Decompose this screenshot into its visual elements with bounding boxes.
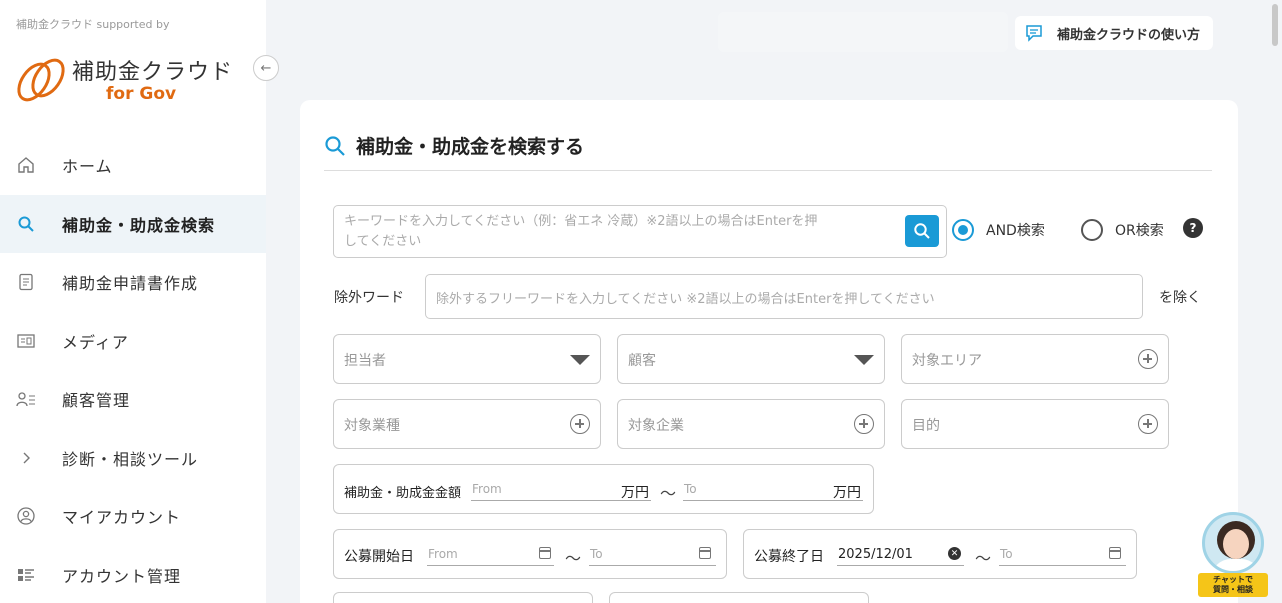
end-date-range: 公募終了日 2025/12/01 ✕ 〜 To [743, 529, 1137, 579]
sidebar-item-label: 補助金申請書作成 [62, 274, 199, 294]
header-spacer [718, 12, 1008, 52]
start-date-to-input[interactable]: To [589, 544, 716, 566]
chat-doc-icon [1025, 24, 1043, 42]
sidebar-item-label: マイアカウント [62, 508, 182, 528]
chat-widget[interactable]: チャットで 質問・相談 [1196, 510, 1272, 600]
sidebar-item-media[interactable]: メディア [0, 312, 266, 371]
purpose-field[interactable]: 目的 [901, 399, 1169, 449]
sidebar-nav: ホーム 補助金・助成金検索 補助金申請書作成 メディア 顧客管理 診断・相談ツー… [0, 136, 266, 603]
sidebar-item-label: 診断・相談ツール [62, 449, 199, 469]
or-search-radio[interactable]: OR検索 [1081, 219, 1164, 241]
customer-select[interactable]: 顧客 [617, 334, 885, 384]
account-grid-icon [16, 565, 36, 585]
sidebar: 補助金クラウド supported by 補助金クラウド for Gov ホーム… [0, 0, 266, 603]
arrow-left-icon: ← [260, 60, 272, 76]
calendar-icon[interactable] [1109, 547, 1121, 559]
sidebar-item-label: 補助金・助成金検索 [62, 215, 216, 235]
sidebar-item-label: アカウント管理 [62, 566, 182, 586]
help-guide-button[interactable]: 補助金クラウドの使い方 [1015, 16, 1213, 50]
staff-select[interactable]: 担当者 [333, 334, 601, 384]
chat-widget-label: チャットで 質問・相談 [1198, 573, 1268, 597]
media-icon [16, 331, 36, 351]
sidebar-item-my-account[interactable]: マイアカウント [0, 487, 266, 546]
support-avatar [1202, 512, 1264, 574]
sidebar-item-search[interactable]: 補助金・助成金検索 [0, 194, 266, 253]
sidebar-item-label: 顧客管理 [62, 391, 131, 411]
plus-circle-icon[interactable] [854, 414, 874, 434]
radio-unchecked-icon [1081, 219, 1103, 241]
search-card: 補助金・助成金を検索する キーワードを入力してください（例：省エネ 冷蔵）※2語… [300, 100, 1238, 603]
supported-by-text: 補助金クラウド supported by [16, 18, 170, 31]
logo[interactable]: 補助金クラウド for Gov [14, 50, 244, 106]
start-date-range: 公募開始日 From 〜 To [333, 529, 727, 579]
sidebar-item-home[interactable]: ホーム [0, 136, 266, 195]
sidebar-item-label: ホーム [62, 157, 113, 177]
amount-range: 補助金・助成金金額 From 万円 〜 To 万円 [333, 464, 874, 514]
sidebar-item-account-admin[interactable]: アカウント管理 [0, 546, 266, 603]
logo-sub: for Gov [106, 84, 177, 104]
plus-circle-icon[interactable] [1138, 414, 1158, 434]
document-icon [16, 272, 36, 292]
industry-field[interactable]: 対象業種 [333, 399, 601, 449]
keyword-search-button[interactable] [905, 215, 939, 247]
keyword-placeholder: キーワードを入力してください（例：省エネ 冷蔵）※2語以上の場合はEnterを押… [344, 214, 818, 249]
radio-checked-icon [952, 219, 974, 241]
plus-circle-icon[interactable] [1138, 349, 1158, 369]
keyword-input[interactable]: キーワードを入力してください（例：省エネ 冷蔵）※2語以上の場合はEnterを押… [333, 205, 947, 258]
amount-unit: 万円 [833, 485, 861, 501]
end-date-label: 公募終了日 [754, 549, 824, 565]
range-tilde: 〜 [660, 484, 677, 503]
search-icon [914, 223, 930, 239]
start-date-label: 公募開始日 [344, 549, 414, 565]
collapse-sidebar-button[interactable]: ← [253, 55, 279, 81]
caret-down-icon [854, 349, 874, 365]
end-date-from-input[interactable]: 2025/12/01 [837, 544, 964, 566]
next-row-field[interactable] [333, 592, 593, 603]
sidebar-item-customers[interactable]: 顧客管理 [0, 370, 266, 429]
question-icon[interactable]: ? [1183, 218, 1203, 238]
clear-icon[interactable]: ✕ [948, 547, 961, 560]
start-date-from-input[interactable]: From [427, 544, 554, 566]
caret-down-icon [570, 349, 590, 365]
company-field[interactable]: 対象企業 [617, 399, 885, 449]
exclude-suffix: を除く [1159, 290, 1201, 306]
next-row-field[interactable] [609, 592, 869, 603]
divider [324, 170, 1212, 171]
logo-mark-icon [17, 58, 65, 102]
user-circle-icon [16, 506, 36, 526]
area-field[interactable]: 対象エリア [901, 334, 1169, 384]
logo-name: 補助金クラウド [72, 60, 234, 85]
search-icon [16, 214, 36, 234]
sidebar-item-application[interactable]: 補助金申請書作成 [0, 253, 266, 312]
calendar-icon[interactable] [539, 547, 551, 559]
range-tilde: 〜 [565, 549, 582, 568]
page-title-text: 補助金・助成金を検索する [356, 136, 585, 158]
exclude-input[interactable]: 除外するフリーワードを入力してください ※2語以上の場合はEnterを押してくだ… [425, 274, 1143, 319]
amount-unit: 万円 [621, 485, 649, 501]
calendar-icon[interactable] [699, 547, 711, 559]
scrollbar[interactable] [1272, 4, 1278, 46]
sidebar-item-diagnosis[interactable]: 診断・相談ツール [0, 429, 266, 488]
end-date-to-input[interactable]: To [999, 544, 1126, 566]
plus-circle-icon[interactable] [570, 414, 590, 434]
customer-icon [16, 389, 36, 409]
exclude-label: 除外ワード [334, 290, 404, 306]
help-guide-label: 補助金クラウドの使い方 [1057, 27, 1201, 43]
chevron-right-icon [16, 448, 36, 468]
sidebar-item-label: メディア [62, 332, 129, 352]
and-search-radio[interactable]: AND検索 [952, 219, 1045, 241]
home-icon [16, 155, 36, 175]
page-title: 補助金・助成金を検索する [324, 132, 584, 159]
search-icon [324, 135, 346, 157]
range-tilde: 〜 [975, 549, 992, 568]
amount-label: 補助金・助成金金額 [344, 486, 462, 501]
